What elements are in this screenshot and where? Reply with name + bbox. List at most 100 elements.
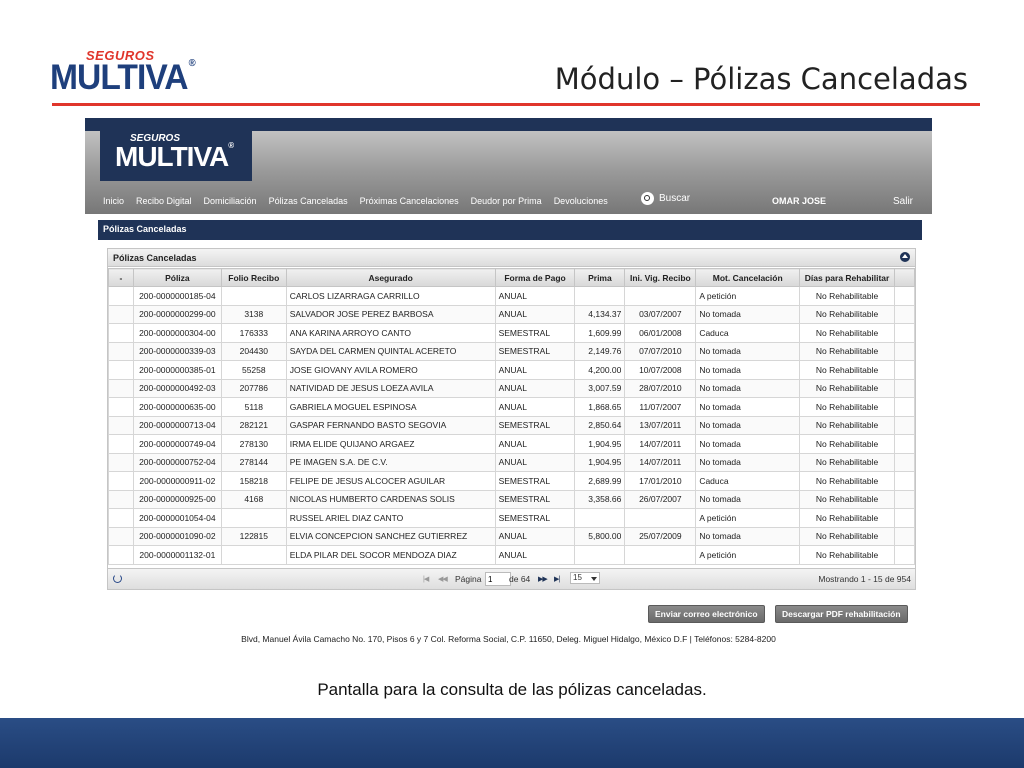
search-box[interactable]: Buscar [641,192,690,205]
search-label[interactable]: Buscar [659,193,690,204]
table-row[interactable]: 200-0000000713-04 282121 GASPAR FERNANDO B… [108,415,915,435]
cell-select[interactable] [108,286,134,306]
cell-inicio: 14/07/2011 [624,452,697,472]
cell-inicio [624,508,697,528]
cell-inicio: 10/07/2008 [624,360,697,380]
page-size-select[interactable]: 15 [570,572,600,584]
cell-select[interactable] [108,526,134,546]
nav-item-4[interactable]: Próximas Cancelaciones [360,196,459,206]
cell-motivo: A petición [695,286,801,306]
last-page-icon[interactable]: ▶| [554,575,560,583]
cell-asegurado: GABRIELA MOGUEL ESPINOSA [285,397,496,417]
column-header-4[interactable]: Forma de Pago [494,268,576,287]
refresh-icon[interactable] [113,574,122,583]
nav-item-3[interactable]: Pólizas Canceladas [269,196,348,206]
cell-motivo: No tomada [695,434,801,454]
cell-spacer [894,526,915,546]
app-logo[interactable]: SEGUROS MULTIVA® [100,131,252,181]
table-row[interactable]: 200-0000000635-00 5118 GABRIELA MOGUEL ESP… [108,397,915,417]
nav-item-1[interactable]: Recibo Digital [136,196,192,206]
cell-spacer [894,508,915,528]
table-row[interactable]: 200-0000000749-04 278130 IRMA ELIDE QUIJAN… [108,434,915,454]
table-row[interactable]: 200-0000001054-04 RUSSEL ARIEL DIAZ CANTO… [108,508,915,528]
cell-asegurado: SALVADOR JOSE PEREZ BARBOSA [285,304,496,324]
cell-inicio: 13/07/2011 [624,415,697,435]
cell-select[interactable] [108,304,134,324]
column-header-6[interactable]: Ini. Vig. Recibo [624,268,697,287]
cell-poliza: 200-0000000492-03 [132,378,222,398]
cell-folio [220,508,287,528]
cell-asegurado: IRMA ELIDE QUIJANO ARGAEZ [285,434,496,454]
app-header: SEGUROS MULTIVA® Inicio Recibo Digital Dom… [85,118,932,214]
table-row[interactable]: 200-0000000385-01 55258 JOSE GIOVANY AVILA… [108,360,915,380]
table-row[interactable]: 200-0000000911-02 158218 FELIPE DE JESUS A… [108,471,915,491]
column-header-1[interactable]: Póliza [132,268,222,287]
cell-select[interactable] [108,545,134,565]
download-pdf-button[interactable]: Descargar PDF rehabilitación [775,605,908,623]
table-row[interactable]: 200-0000000185-04 CARLOS LIZARRAGA CARRIL… [108,286,915,306]
table-row[interactable]: 200-0000000925-00 4168 NICOLAS HUMBERTO CA… [108,489,915,509]
cell-poliza: 200-0000000749-04 [132,434,222,454]
table-row[interactable]: 200-0000000304-00 176333 ANA KARINA ARROYO… [108,323,915,343]
table-row[interactable]: 200-0000000492-03 207786 NATIVIDAD DE JESU… [108,378,915,398]
logout-link[interactable]: Salir [893,196,913,207]
cell-inicio: 26/07/2007 [624,489,697,509]
cell-folio: 158218 [220,471,287,491]
table-row[interactable]: 200-0000001090-02 122815 ELVIA CONCEPCION … [108,526,915,546]
cell-folio: 176333 [220,323,287,343]
prev-page-icon[interactable]: ◀◀ [438,575,448,583]
section-title: Pólizas Canceladas [103,224,187,234]
table-row[interactable]: 200-0000000752-04 278144 PE IMAGEN S.A. DE… [108,452,915,472]
cell-select[interactable] [108,323,134,343]
cell-select[interactable] [108,341,134,361]
cell-select[interactable] [108,397,134,417]
search-icon[interactable] [641,192,654,205]
cell-dias: No Rehabilitable [799,452,896,472]
cell-select[interactable] [108,471,134,491]
cell-select[interactable] [108,434,134,454]
column-header-0[interactable]: - [108,268,134,287]
section-header: Pólizas Canceladas [98,220,922,240]
cell-select[interactable] [108,360,134,380]
cell-select[interactable] [108,378,134,398]
table-row[interactable]: 200-0000000299-00 3138 SALVADOR JOSE PEREZ… [108,304,915,324]
column-header-3[interactable]: Asegurado [285,268,496,287]
page-input[interactable] [485,572,511,586]
cell-forma: SEMESTRAL [494,323,576,343]
nav-item-6[interactable]: Devoluciones [554,196,608,206]
record-count: Mostrando 1 - 15 de 954 [818,574,911,584]
cell-motivo: No tomada [695,415,801,435]
cell-forma: ANUAL [494,286,576,306]
cell-select[interactable] [108,508,134,528]
cell-forma: ANUAL [494,378,576,398]
cell-spacer [894,286,915,306]
column-header-5[interactable]: Prima [574,268,626,287]
cell-poliza: 200-0000000925-00 [132,489,222,509]
column-header-8[interactable]: Días para Rehabilitar [799,268,896,287]
table-body: 200-0000000185-04 CARLOS LIZARRAGA CARRIL… [108,286,915,565]
cell-folio [220,545,287,565]
nav-item-2[interactable]: Domiciliación [204,196,257,206]
cell-folio [220,286,287,306]
cell-prima: 2,149.76 [574,341,626,361]
table-row[interactable]: 200-0000000339-03 204430 SAYDA DEL CARMEN … [108,341,915,361]
cell-asegurado: SAYDA DEL CARMEN QUINTAL ACERETO [285,341,496,361]
nav-item-0[interactable]: Inicio [103,196,124,206]
collapse-icon[interactable] [900,252,910,262]
nav-item-5[interactable]: Deudor por Prima [471,196,542,206]
cell-select[interactable] [108,489,134,509]
cell-inicio [624,286,697,306]
cell-select[interactable] [108,415,134,435]
first-page-icon[interactable]: |◀ [423,575,429,583]
send-email-button[interactable]: Enviar correo electrónico [648,605,765,623]
cell-asegurado: ELVIA CONCEPCION SANCHEZ GUTIERREZ [285,526,496,546]
table-row[interactable]: 200-0000001132-01 ELDA PILAR DEL SOCOR ME… [108,545,915,565]
column-header-7[interactable]: Mot. Cancelación [695,268,801,287]
next-page-icon[interactable]: ▶▶ [538,575,548,583]
cell-dias: No Rehabilitable [799,471,896,491]
cell-inicio: 14/07/2011 [624,434,697,454]
cell-select[interactable] [108,452,134,472]
column-header-2[interactable]: Folio Recibo [220,268,287,287]
cell-poliza: 200-0000000339-03 [132,341,222,361]
cell-asegurado: NICOLAS HUMBERTO CARDENAS SOLIS [285,489,496,509]
